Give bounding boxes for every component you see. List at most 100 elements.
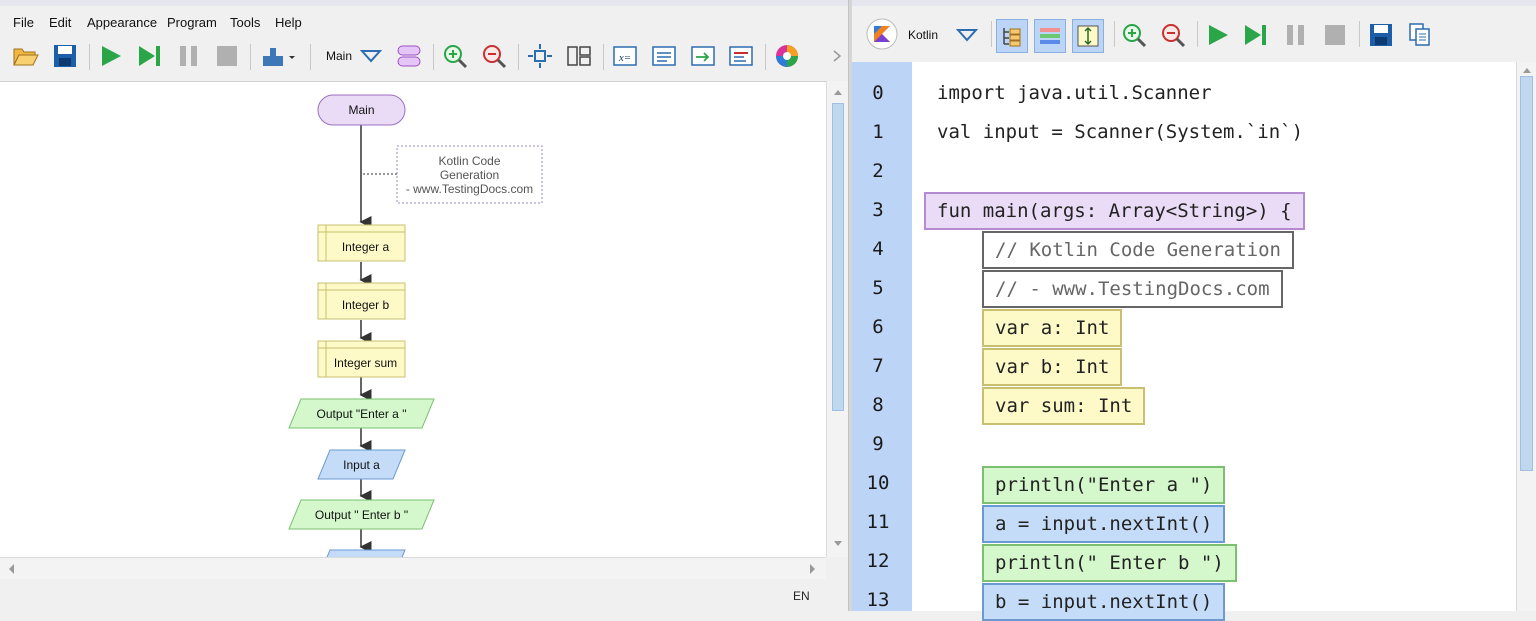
toolbar-separator: [603, 44, 604, 70]
comment-box[interactable]: Kotlin Code Generation - www.TestingDocs…: [397, 152, 542, 198]
code-line-input[interactable]: a = input.nextInt(): [982, 505, 1226, 543]
toggle-tree-icon[interactable]: [996, 19, 1028, 53]
toolbar-separator: [89, 44, 90, 70]
status-bar: EN: [0, 579, 848, 611]
declare-block-sum[interactable]: Integer sum: [326, 348, 405, 377]
code-line[interactable]: import java.util.Scanner: [926, 75, 1223, 111]
chevron-down-icon[interactable]: [953, 21, 981, 49]
line-number: 12: [866, 550, 890, 572]
fit-view-icon[interactable]: [526, 42, 554, 70]
toggle-highlight-icon[interactable]: [1034, 19, 1066, 53]
code-line-input[interactable]: b = input.nextInt(): [982, 583, 1226, 621]
line-number-gutter: 0 1 2 3 4 5 6 7 8 9 10 11 12 13: [852, 62, 912, 611]
toolbar-separator: [1197, 21, 1198, 47]
line-number: 11: [866, 511, 890, 533]
add-shape-dropdown-icon[interactable]: [260, 42, 296, 70]
color-theme-icon[interactable]: [773, 42, 801, 70]
code-line-function[interactable]: fun main(args: Array<String>) {: [924, 192, 1305, 230]
output-block-a[interactable]: Output "Enter a ": [295, 399, 428, 428]
toolbar: Main x=: [0, 42, 848, 74]
scrollbar-thumb[interactable]: [832, 103, 844, 411]
add-function-icon[interactable]: [395, 42, 423, 70]
line-number: 0: [872, 82, 884, 104]
code-line-declare[interactable]: var sum: Int: [982, 387, 1146, 425]
save-icon[interactable]: [1367, 21, 1395, 49]
start-terminal[interactable]: Main: [318, 95, 405, 125]
output-window-icon[interactable]: [689, 42, 717, 70]
vertical-scrollbar[interactable]: [826, 81, 848, 557]
step-icon[interactable]: [1242, 21, 1270, 49]
stop-icon[interactable]: [213, 42, 241, 70]
code-editor[interactable]: import java.util.Scanner val input = Sca…: [912, 62, 1516, 621]
kotlin-logo-icon[interactable]: [866, 18, 898, 50]
chevron-right-icon[interactable]: [830, 42, 844, 70]
toolbar-separator: [518, 44, 519, 70]
declare-block-b[interactable]: Integer b: [326, 290, 405, 319]
pause-icon[interactable]: [1282, 21, 1310, 49]
menu-file[interactable]: File: [13, 12, 34, 33]
window-title-strip: [852, 0, 1536, 6]
scroll-up-icon[interactable]: [827, 85, 849, 99]
zoom-out-icon[interactable]: [1159, 21, 1187, 49]
code-line-declare[interactable]: var b: Int: [982, 348, 1123, 386]
zoom-in-icon[interactable]: [441, 42, 469, 70]
code-line-declare[interactable]: var a: Int: [982, 309, 1123, 347]
scroll-down-icon[interactable]: [827, 537, 849, 551]
scroll-left-icon[interactable]: [4, 558, 18, 580]
scroll-up-icon[interactable]: [1517, 64, 1536, 76]
zoom-out-icon[interactable]: [480, 42, 508, 70]
console-icon[interactable]: [650, 42, 678, 70]
toolbar-separator: [765, 44, 766, 70]
layout-icon[interactable]: [565, 42, 593, 70]
input-block-a[interactable]: Input a: [324, 450, 399, 479]
scroll-right-icon[interactable]: [806, 558, 820, 580]
code-vertical-scrollbar[interactable]: [1516, 62, 1536, 611]
horizontal-scrollbar[interactable]: [0, 557, 826, 579]
code-line-output[interactable]: println("Enter a "): [982, 466, 1226, 504]
menu-edit[interactable]: Edit: [49, 12, 71, 33]
line-number: 4: [872, 238, 884, 260]
run-icon[interactable]: [1204, 21, 1232, 49]
code-line-output[interactable]: println(" Enter b "): [982, 544, 1237, 582]
line-number: 2: [872, 160, 884, 182]
line-number: 3: [872, 199, 884, 221]
function-selector-label[interactable]: Main: [326, 49, 352, 63]
toolbar-separator: [310, 44, 311, 70]
variables-icon[interactable]: x=: [611, 42, 639, 70]
toggle-fit-icon[interactable]: [1072, 19, 1104, 53]
step-icon[interactable]: [136, 42, 164, 70]
line-number: 9: [872, 433, 884, 455]
language-selector-label[interactable]: Kotlin: [908, 28, 938, 42]
stop-icon[interactable]: [1321, 21, 1349, 49]
line-number: 7: [872, 355, 884, 377]
menu-appearance[interactable]: Appearance: [87, 12, 157, 33]
line-number: 1: [872, 121, 884, 143]
flowchart-canvas[interactable]: Main Kotlin Code Generation - www.Testin…: [0, 81, 826, 557]
comment-line: Generation: [439, 168, 500, 182]
menu-program[interactable]: Program: [167, 12, 217, 33]
toolbar-separator: [250, 44, 251, 70]
open-folder-icon[interactable]: [12, 42, 40, 70]
line-number: 8: [872, 394, 884, 416]
chevron-down-icon[interactable]: [357, 42, 385, 70]
code-line[interactable]: val input = Scanner(System.`in`): [926, 114, 1314, 150]
run-icon[interactable]: [97, 42, 125, 70]
line-number: 5: [872, 277, 884, 299]
flowchart-pane: File Edit Appearance Program Tools Help: [0, 0, 848, 611]
declare-block-a[interactable]: Integer a: [326, 232, 405, 261]
menu-help[interactable]: Help: [275, 12, 302, 33]
menu-tools[interactable]: Tools: [230, 12, 260, 33]
code-line-comment[interactable]: // Kotlin Code Generation: [982, 231, 1294, 269]
zoom-in-icon[interactable]: [1120, 21, 1148, 49]
scrollbar-thumb[interactable]: [1520, 76, 1533, 471]
toolbar-separator: [433, 44, 434, 70]
save-icon[interactable]: [51, 42, 79, 70]
svg-text:x=: x=: [618, 52, 631, 64]
comment-line: Kotlin Code: [438, 154, 501, 168]
pause-icon[interactable]: [175, 42, 203, 70]
code-line-comment[interactable]: // - www.TestingDocs.com: [982, 270, 1283, 308]
output-block-b[interactable]: Output " Enter b ": [295, 500, 428, 529]
generate-code-icon[interactable]: [727, 42, 755, 70]
line-number: 13: [866, 589, 890, 611]
copy-icon[interactable]: [1406, 21, 1434, 49]
